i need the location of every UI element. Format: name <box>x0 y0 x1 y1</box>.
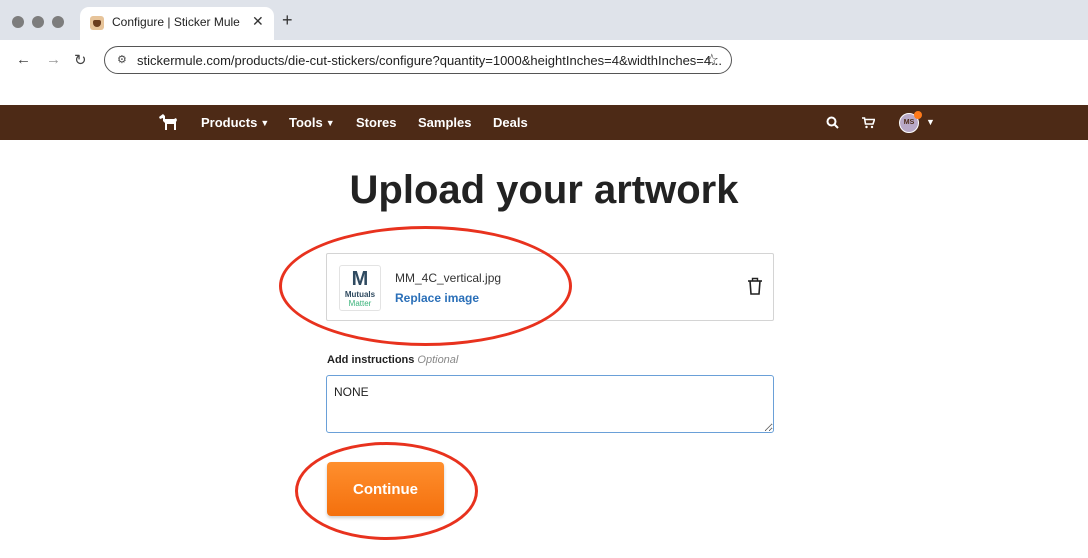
sticker-mule-logo-icon[interactable] <box>157 112 179 132</box>
forward-arrow-icon[interactable]: → <box>46 51 61 68</box>
new-tab-icon[interactable]: + <box>282 10 293 31</box>
chevron-down-icon: ▼ <box>260 118 270 128</box>
site-settings-icon[interactable]: ⚙ <box>117 53 127 66</box>
continue-button[interactable]: Continue <box>327 462 444 516</box>
instructions-label: Add instructions Optional <box>327 354 458 366</box>
notification-dot <box>914 111 922 119</box>
instructions-label-text: Add instructions <box>327 354 415 366</box>
bookmark-star-icon[interactable]: ☆ <box>705 50 719 69</box>
nav-stores[interactable]: Stores <box>356 115 396 130</box>
tab-title: Configure | Sticker Mule <box>112 15 240 29</box>
cart-icon[interactable] <box>862 117 875 129</box>
replace-image-link[interactable]: Replace image <box>395 291 479 305</box>
chevron-down-icon: ▼ <box>325 118 335 128</box>
mutuals-matter-logo-icon: M <box>351 268 369 290</box>
site-nav-bar: Products ▼ Tools ▼ Stores Samples Deals MS… <box>0 105 1088 140</box>
nav-products[interactable]: Products ▼ <box>201 115 269 130</box>
nav-samples[interactable]: Samples <box>418 115 471 130</box>
browser-tab[interactable]: Configure | Sticker Mule ✕ <box>80 7 274 40</box>
window-maximize-dot[interactable] <box>52 16 64 28</box>
instructions-textarea[interactable]: NONE <box>326 375 774 433</box>
optional-tag: Optional <box>417 354 459 366</box>
address-bar[interactable]: ⚙ stickermule.com/products/die-cut-stick… <box>104 46 732 74</box>
back-arrow-icon[interactable]: ← <box>16 51 31 68</box>
tab-close-icon[interactable]: ✕ <box>252 13 264 30</box>
thumb-text-matter: Matter <box>348 299 372 308</box>
url-text[interactable]: stickermule.com/products/die-cut-sticker… <box>137 53 722 68</box>
nav-deals[interactable]: Deals <box>493 115 528 130</box>
page-title: Upload your artwork <box>349 168 739 212</box>
window-close-dot[interactable] <box>12 16 24 28</box>
artwork-thumbnail: M Mutuals Matter <box>339 265 381 311</box>
trash-icon[interactable] <box>747 277 763 295</box>
thumb-text-mutuals: Mutuals <box>344 290 376 299</box>
file-name: MM_4C_vertical.jpg <box>395 271 502 285</box>
chevron-down-icon[interactable]: ▼ <box>926 117 935 127</box>
reload-icon[interactable]: ↻ <box>74 51 87 69</box>
nav-tools-label: Tools <box>289 115 323 130</box>
uploaded-file-card: M Mutuals Matter MM_4C_vertical.jpg Repl… <box>326 253 774 321</box>
window-minimize-dot[interactable] <box>32 16 44 28</box>
nav-tools[interactable]: Tools ▼ <box>289 115 335 130</box>
sticker-mule-favicon-icon <box>90 16 104 30</box>
search-icon[interactable] <box>826 116 839 129</box>
nav-products-label: Products <box>201 115 258 130</box>
browser-toolbar: ← → ↻ ⚙ stickermule.com/products/die-cut… <box>0 40 1088 80</box>
browser-tab-bar: Configure | Sticker Mule ✕ + <box>0 0 1088 40</box>
